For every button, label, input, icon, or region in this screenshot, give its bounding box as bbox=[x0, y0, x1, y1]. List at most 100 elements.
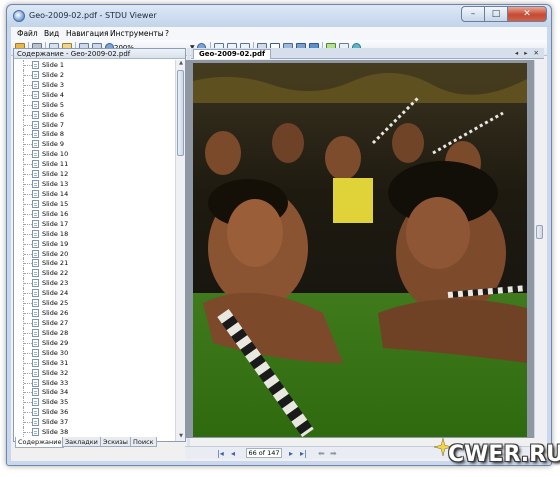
tree-item[interactable]: Slide 15 bbox=[14, 198, 176, 209]
tree-item[interactable]: Slide 18 bbox=[14, 228, 176, 239]
menu-bar: Файл Вид Навигация Инструменты ? bbox=[11, 27, 547, 40]
tree-item-label: Slide 36 bbox=[42, 408, 69, 417]
tree-item[interactable]: Slide 4 bbox=[14, 89, 176, 100]
tree-item[interactable]: Slide 25 bbox=[14, 298, 176, 309]
document-view[interactable] bbox=[185, 60, 544, 438]
menu-help[interactable]: ? bbox=[165, 29, 169, 38]
page-icon bbox=[32, 358, 39, 367]
title-bar[interactable]: Geo-2009-02.pdf - STDU Viewer – □ ✕ bbox=[7, 5, 551, 27]
document-tab-nav[interactable]: ◂ ▸ ✕ bbox=[515, 49, 541, 57]
app-icon bbox=[13, 10, 25, 22]
page-icon bbox=[32, 140, 39, 149]
document-scroll-thumb[interactable] bbox=[536, 225, 543, 239]
tree-item[interactable]: Slide 20 bbox=[14, 248, 176, 259]
tree-item-label: Slide 25 bbox=[42, 299, 69, 308]
tree-item[interactable]: Slide 24 bbox=[14, 288, 176, 299]
window-controls: – □ ✕ bbox=[461, 6, 547, 22]
tree-connector bbox=[24, 293, 32, 295]
tree-item-label: Slide 14 bbox=[42, 189, 69, 198]
page-icon bbox=[32, 130, 39, 139]
tree-item[interactable]: Slide 26 bbox=[14, 308, 176, 318]
page-icon bbox=[32, 219, 39, 228]
page-number-field[interactable]: 66 of 147 bbox=[246, 448, 282, 458]
tree-item[interactable]: Slide 22 bbox=[14, 268, 176, 279]
menu-navigation[interactable]: Навигация bbox=[66, 29, 109, 38]
tree-item-label: Slide 38 bbox=[42, 428, 69, 437]
page-icon bbox=[32, 318, 39, 327]
contents-scrollbar[interactable]: ▲ ▼ bbox=[175, 60, 185, 441]
tree-item-label: Slide 17 bbox=[42, 219, 69, 228]
tree-item[interactable]: Slide 33 bbox=[14, 377, 176, 388]
tab-search[interactable]: Поиск bbox=[130, 437, 157, 447]
tree-item[interactable]: Slide 31 bbox=[14, 357, 176, 368]
tree-item[interactable]: Slide 9 bbox=[14, 139, 176, 150]
tree-item[interactable]: Slide 12 bbox=[14, 169, 176, 180]
tree-connector bbox=[24, 223, 32, 225]
tree-item[interactable]: Slide 16 bbox=[14, 208, 176, 219]
page-icon bbox=[32, 388, 39, 397]
document-tab[interactable]: Geo-2009-02.pdf bbox=[193, 49, 272, 59]
tree-item[interactable]: Slide 6 bbox=[14, 109, 176, 120]
tree-item[interactable]: Slide 37 bbox=[14, 417, 176, 428]
tree-item[interactable]: Slide 3 bbox=[14, 79, 176, 90]
tree-item[interactable]: Slide 34 bbox=[14, 387, 176, 398]
page-icon bbox=[32, 70, 39, 79]
tree-item[interactable]: Slide 19 bbox=[14, 238, 176, 249]
back-button[interactable]: ⬅ bbox=[318, 449, 325, 458]
tree-item[interactable]: Slide 29 bbox=[14, 337, 176, 348]
tree-item[interactable]: Slide 5 bbox=[14, 99, 176, 110]
tree-connector bbox=[24, 372, 32, 374]
tree-item[interactable]: Slide 10 bbox=[14, 149, 176, 160]
tree-item[interactable]: Slide 38 bbox=[14, 427, 176, 438]
tree-item[interactable]: Slide 11 bbox=[14, 159, 176, 170]
maximize-button[interactable]: □ bbox=[484, 6, 508, 22]
menu-file[interactable]: Файл bbox=[17, 29, 38, 38]
first-page-button[interactable]: |◂ bbox=[217, 449, 224, 458]
page-icon bbox=[32, 299, 39, 308]
tree-item[interactable]: Slide 1 bbox=[14, 60, 176, 70]
scroll-up-icon[interactable]: ▲ bbox=[177, 60, 185, 68]
tree-item[interactable]: Slide 30 bbox=[14, 347, 176, 358]
tree-item[interactable]: Slide 14 bbox=[14, 188, 176, 199]
tree-item[interactable]: Slide 27 bbox=[14, 317, 176, 328]
tree-item[interactable]: Slide 35 bbox=[14, 397, 176, 408]
last-page-button[interactable]: ▸| bbox=[300, 449, 307, 458]
next-page-button[interactable]: ▸ bbox=[289, 449, 293, 458]
tree-item[interactable]: Slide 13 bbox=[14, 179, 176, 189]
tree-item[interactable]: Slide 21 bbox=[14, 258, 176, 269]
tree-item[interactable]: Slide 8 bbox=[14, 129, 176, 140]
contents-tree: Slide 1 Slide 2 Slide 3 Slide 4 Slide 5 Slide… bbox=[14, 60, 176, 441]
tab-contents[interactable]: Содержание bbox=[15, 437, 65, 448]
tree-connector bbox=[24, 94, 32, 96]
scroll-thumb[interactable] bbox=[177, 70, 184, 156]
tree-item-label: Slide 2 bbox=[42, 70, 65, 79]
tree-item[interactable]: Slide 2 bbox=[14, 69, 176, 80]
tab-bookmarks[interactable]: Закладки bbox=[62, 437, 101, 447]
tree-item-label: Slide 33 bbox=[42, 378, 69, 387]
document-scrollbar[interactable] bbox=[534, 60, 544, 438]
tree-item[interactable]: Slide 17 bbox=[14, 218, 176, 229]
tree-connector bbox=[24, 104, 32, 106]
tree-item[interactable]: Slide 28 bbox=[14, 327, 176, 338]
forward-button[interactable]: ➡ bbox=[330, 449, 337, 458]
tree-item[interactable]: Slide 23 bbox=[14, 278, 176, 289]
tree-item[interactable]: Slide 32 bbox=[14, 367, 176, 378]
tree-connector bbox=[24, 313, 32, 315]
tree-connector bbox=[24, 352, 32, 354]
prev-page-button[interactable]: ◂ bbox=[231, 449, 235, 458]
menu-tools[interactable]: Инструменты bbox=[110, 29, 164, 38]
tab-thumbnails[interactable]: Эскизы bbox=[100, 437, 131, 447]
minimize-button[interactable]: – bbox=[461, 6, 485, 22]
tree-connector bbox=[24, 184, 32, 186]
page-icon bbox=[32, 289, 39, 298]
tree-connector bbox=[24, 124, 32, 126]
menu-view[interactable]: Вид bbox=[44, 29, 59, 38]
tree-item[interactable]: Slide 36 bbox=[14, 407, 176, 418]
tree-connector bbox=[24, 114, 32, 116]
page-icon bbox=[32, 120, 39, 129]
tree-connector bbox=[24, 402, 32, 404]
tree-connector bbox=[24, 263, 32, 265]
tree-item[interactable]: Slide 7 bbox=[14, 119, 176, 130]
tree-item-label: Slide 1 bbox=[42, 61, 65, 69]
close-button[interactable]: ✕ bbox=[507, 6, 547, 22]
